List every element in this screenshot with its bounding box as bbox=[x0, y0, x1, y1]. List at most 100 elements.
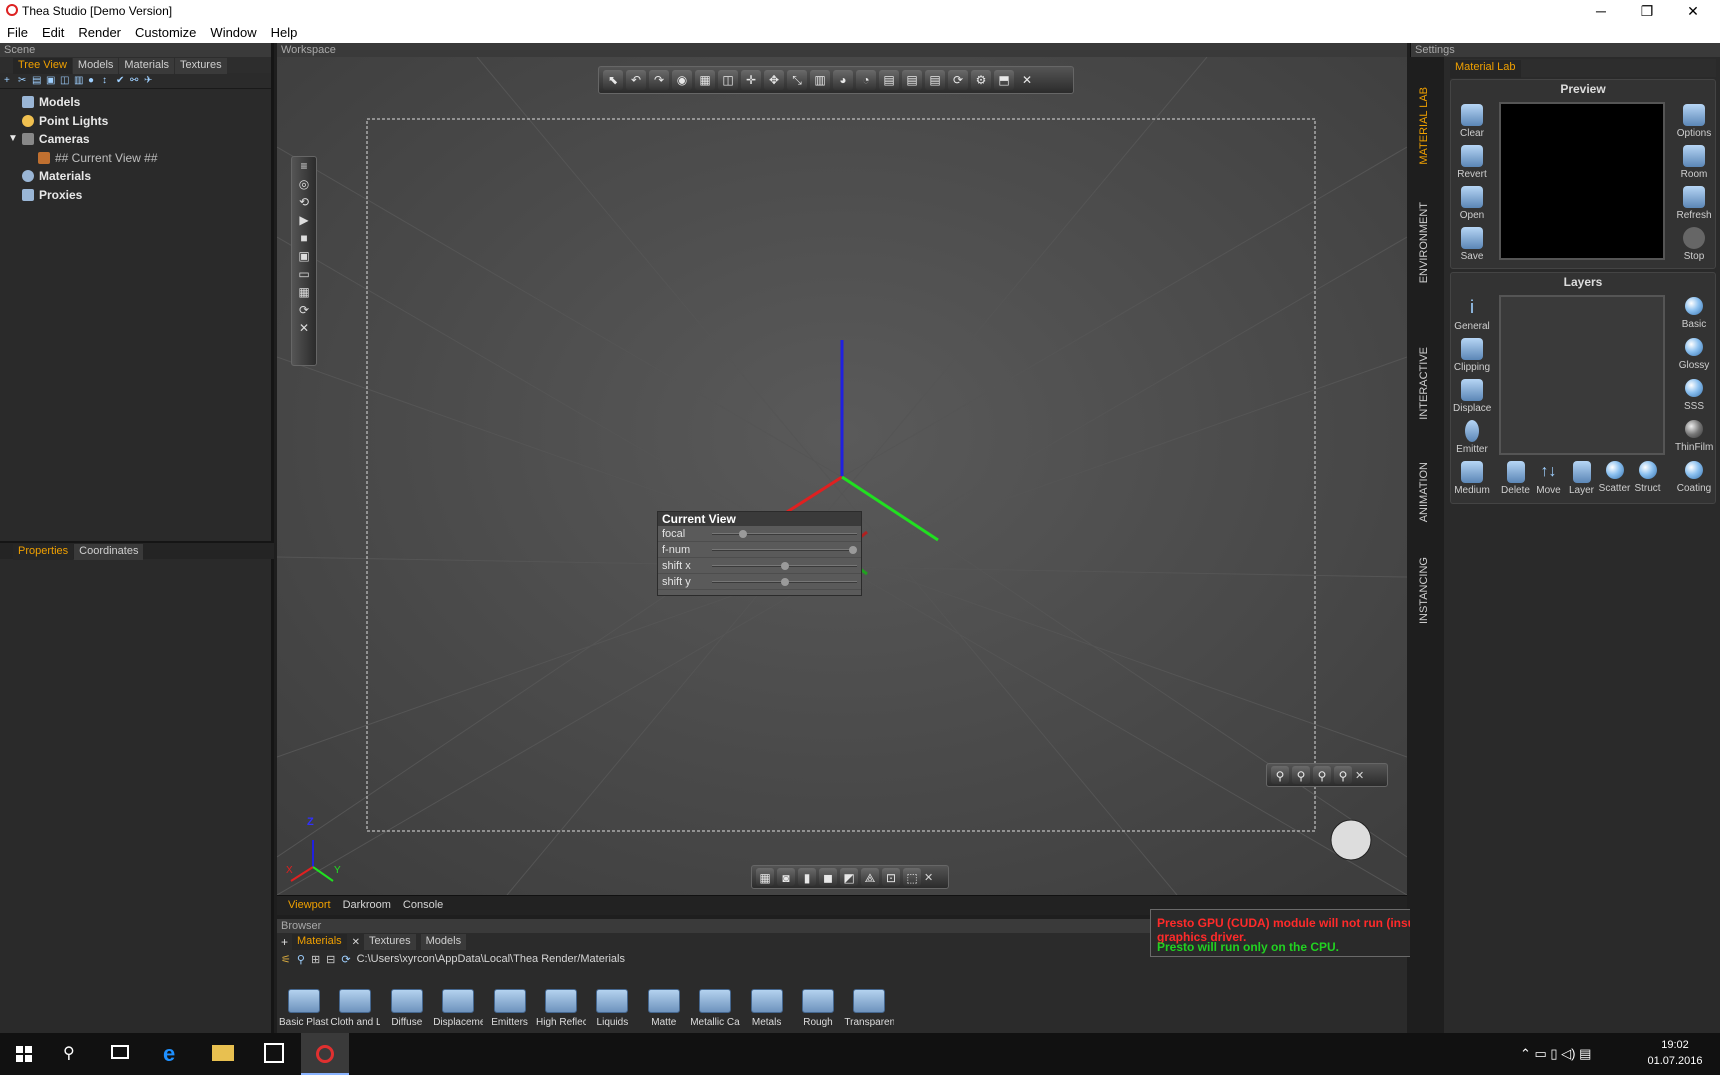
gizmo-rotate-icon[interactable]: ⚲ bbox=[1313, 766, 1331, 784]
tree-item-cameras[interactable]: ▼ Cameras bbox=[0, 130, 271, 149]
basic-layer-button[interactable]: Basic bbox=[1675, 297, 1713, 330]
material-folder[interactable]: Displaceme bbox=[433, 989, 483, 1028]
gizmo-scale-icon[interactable]: ⚲ bbox=[1334, 766, 1352, 784]
scale-gizmo-icon[interactable]: ⤡ bbox=[787, 70, 807, 90]
cut-icon[interactable]: ✂ bbox=[18, 75, 29, 86]
material-folder[interactable]: Emitters bbox=[485, 989, 535, 1028]
delete-icon[interactable]: ▥ bbox=[74, 75, 85, 86]
close-toolbar-icon[interactable]: ✕ bbox=[1017, 70, 1037, 90]
struct-layer-button[interactable]: Struct bbox=[1631, 461, 1664, 494]
select-tool-icon[interactable]: ⬉ bbox=[603, 70, 623, 90]
menu-customize[interactable]: Customize bbox=[128, 22, 203, 43]
hide-icon[interactable]: ◔ bbox=[856, 70, 876, 90]
tab-browser-textures[interactable]: Textures bbox=[364, 934, 416, 950]
browser-save-icon[interactable]: ⊟ bbox=[326, 953, 335, 966]
file-explorer-icon[interactable] bbox=[212, 1045, 234, 1061]
tree-item-current-view[interactable]: ## Current View ## bbox=[0, 149, 271, 168]
reset-icon[interactable]: ⟳ bbox=[292, 301, 316, 319]
duplicate-icon[interactable]: ◫ bbox=[60, 75, 71, 86]
maximize-button[interactable]: ❐ bbox=[1624, 0, 1670, 22]
edge-icon[interactable]: e bbox=[163, 1041, 175, 1067]
menu-icon[interactable]: ≡ bbox=[292, 157, 316, 175]
delete-layer-button[interactable]: Delete bbox=[1499, 461, 1532, 496]
tab-material-lab[interactable]: Material Lab bbox=[1450, 60, 1521, 78]
tree-item-materials[interactable]: Materials bbox=[0, 167, 271, 186]
refresh-render-icon[interactable]: ⟲ bbox=[292, 193, 316, 211]
clock-time[interactable]: 19:02 bbox=[1640, 1039, 1710, 1051]
material-folder[interactable]: Rough bbox=[793, 989, 843, 1028]
material-folder[interactable]: Cloth and L bbox=[330, 989, 380, 1028]
options-button[interactable]: Options bbox=[1675, 104, 1713, 139]
revert-button[interactable]: Revert bbox=[1453, 145, 1491, 180]
stop-button[interactable]: Stop bbox=[1675, 227, 1713, 262]
sss-layer-button[interactable]: SSS bbox=[1675, 379, 1713, 412]
browser-search-icon[interactable]: ⚲ bbox=[297, 953, 305, 966]
vtab-interactive[interactable]: INTERACTIVE bbox=[1418, 347, 1430, 420]
vtab-animation[interactable]: ANIMATION bbox=[1418, 462, 1430, 522]
delete-object-icon[interactable]: ▥ bbox=[810, 70, 830, 90]
undo-icon[interactable]: ↶ bbox=[626, 70, 646, 90]
shift-y-knob[interactable] bbox=[780, 577, 789, 586]
vtab-environment[interactable]: ENVIRONMENT bbox=[1418, 202, 1430, 283]
room-button[interactable]: Room bbox=[1675, 145, 1713, 180]
tab-darkroom[interactable]: Darkroom bbox=[337, 896, 397, 914]
filter-icon[interactable]: ⚟ bbox=[281, 953, 291, 966]
shift-y-slider[interactable] bbox=[712, 577, 857, 586]
link-icon[interactable]: ⚯ bbox=[130, 75, 141, 86]
tab-console[interactable]: Console bbox=[397, 896, 449, 914]
viewport-canvas[interactable] bbox=[277, 57, 1407, 895]
add-icon[interactable]: + bbox=[4, 75, 15, 86]
tray-icons[interactable]: ⌃ ▭ ▯ ◁) ▤ bbox=[1520, 1046, 1591, 1062]
displace-layer-button[interactable]: Displace bbox=[1453, 379, 1491, 414]
move-layer-button[interactable]: ↑↓ Move bbox=[1532, 461, 1565, 496]
menu-help[interactable]: Help bbox=[264, 22, 305, 43]
focal-slider[interactable] bbox=[712, 529, 857, 538]
grid-icon[interactable]: ▤ bbox=[879, 70, 899, 90]
start-button[interactable] bbox=[16, 1046, 32, 1062]
gizmo-move-icon[interactable]: ⚲ bbox=[1292, 766, 1310, 784]
tab-tree-view[interactable]: Tree View bbox=[13, 58, 72, 74]
tab-properties[interactable]: Properties bbox=[13, 544, 74, 560]
bottom-toolbar-close-icon[interactable]: ✕ bbox=[924, 871, 933, 884]
redo-icon[interactable]: ↷ bbox=[649, 70, 669, 90]
sort-icon[interactable]: ↕ bbox=[102, 75, 113, 86]
perspective-icon[interactable]: ⟁ bbox=[861, 868, 879, 886]
close-side-toolbar-icon[interactable]: ✕ bbox=[292, 319, 316, 337]
browser-import-icon[interactable]: ⊞ bbox=[311, 953, 320, 966]
open-button[interactable]: Open bbox=[1453, 186, 1491, 221]
emitter-layer-button[interactable]: Emitter bbox=[1453, 420, 1491, 455]
material-folder[interactable]: Liquids bbox=[587, 989, 637, 1028]
clock-date[interactable]: 01.07.2016 bbox=[1640, 1055, 1710, 1067]
region-icon[interactable]: ◩ bbox=[840, 868, 858, 886]
store-icon[interactable] bbox=[264, 1043, 284, 1063]
move-gizmo-icon[interactable]: ✛ bbox=[741, 70, 761, 90]
material-folder[interactable]: Metals bbox=[742, 989, 792, 1028]
photo-icon[interactable]: ◼ bbox=[819, 868, 837, 886]
copy-object-icon[interactable]: ◫ bbox=[718, 70, 738, 90]
marquee-icon[interactable]: ⬚ bbox=[903, 868, 921, 886]
menu-file[interactable]: File bbox=[0, 22, 35, 43]
render-icon[interactable]: ◉ bbox=[672, 70, 692, 90]
f-num-knob[interactable] bbox=[849, 545, 857, 554]
tab-textures[interactable]: Textures bbox=[175, 58, 227, 74]
glossy-layer-button[interactable]: Glossy bbox=[1675, 338, 1713, 371]
material-folder[interactable]: Transparent bbox=[844, 989, 894, 1028]
layout-icon[interactable]: ▦ bbox=[695, 70, 715, 90]
f-num-slider[interactable] bbox=[712, 545, 857, 554]
shift-x-knob[interactable] bbox=[780, 561, 789, 570]
thea-taskbar-app[interactable] bbox=[301, 1033, 349, 1075]
thinfilm-layer-button[interactable]: ThinFilm bbox=[1675, 420, 1713, 453]
gizmo-pick-icon[interactable]: ⚲ bbox=[1271, 766, 1289, 784]
material-folder[interactable]: Diffuse bbox=[382, 989, 432, 1028]
material-folder[interactable]: High Reflec bbox=[536, 989, 586, 1028]
browser-refresh-icon[interactable]: ⟳ bbox=[341, 953, 350, 966]
expand-triangle-icon[interactable]: ▼ bbox=[8, 130, 18, 148]
close-tab-icon[interactable]: ✕ bbox=[352, 937, 360, 948]
select-icon[interactable]: ✔ bbox=[116, 75, 127, 86]
menu-render[interactable]: Render bbox=[71, 22, 128, 43]
tab-viewport[interactable]: Viewport bbox=[282, 896, 337, 914]
frame-icon[interactable]: ▦ bbox=[756, 868, 774, 886]
scatter-layer-button[interactable]: Scatter bbox=[1598, 461, 1631, 494]
gizmo-close-icon[interactable]: ✕ bbox=[1355, 769, 1364, 782]
group-icon[interactable]: ● bbox=[88, 75, 99, 86]
